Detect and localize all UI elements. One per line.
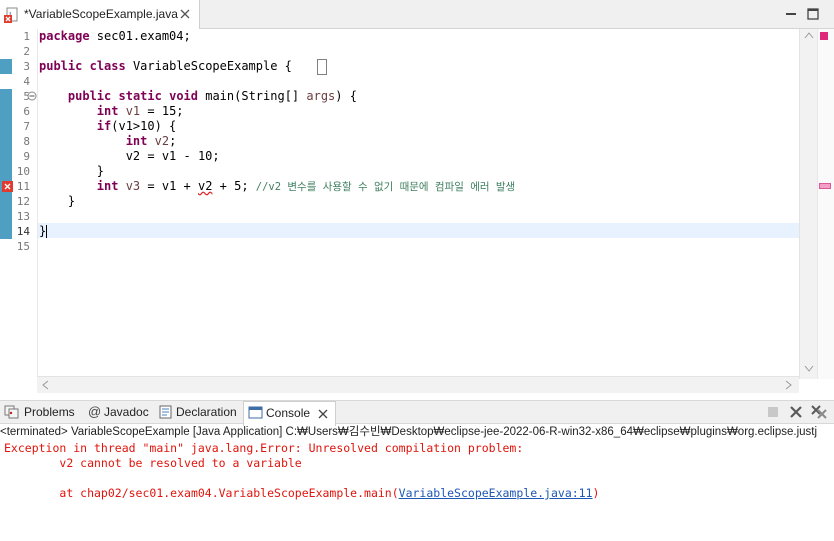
code-line-3: public class VariableScopeExample { [39,59,292,73]
line-number: 8 [23,135,30,148]
overview-ruler[interactable] [817,29,834,379]
line-number: 11 [16,180,30,193]
close-icon[interactable] [180,9,190,19]
line-number: 12 [16,195,30,208]
scroll-down-icon[interactable] [804,365,814,373]
bottom-panel-tab-bar: Problems @ Javadoc Declaration Console [0,400,834,426]
editor-tab-variablescopeexample[interactable]: J *VariableScopeExample.java [0,0,200,30]
remove-all-terminated-icon[interactable] [810,404,828,420]
code-line-11: int v3 = v1 + v2 + 5; //v2 변수를 사용할 수 없기 … [96,179,516,193]
line-number: 10 [16,165,30,178]
code-line-10: } [96,164,105,178]
line-number: 2 [23,45,30,58]
scroll-right-icon[interactable] [785,380,793,390]
close-icon[interactable] [318,409,328,419]
error-token: v2 [197,179,213,193]
collapse-icon[interactable] [27,91,37,101]
line-number: 14 [16,225,30,238]
scroll-up-icon[interactable] [804,31,814,39]
code-line-12: } [67,194,76,208]
line-number-gutter: 1 2 3 4 5 6 7 8 9 10 11 12 13 14 15 [0,29,38,393]
change-marker [0,59,12,74]
line-number: 6 [23,105,30,118]
remove-launch-icon[interactable] [789,405,803,419]
horizontal-scrollbar[interactable] [37,376,799,393]
line-number: 7 [23,120,30,133]
maximize-icon[interactable] [806,7,820,21]
error-marker-icon[interactable] [2,181,13,192]
scroll-left-icon[interactable] [41,380,49,390]
code-line-8: int v2; [125,134,177,148]
code-line-9: v2 = v1 - 10; [125,149,220,163]
code-line-1: package sec01.exam04; [39,29,191,43]
code-line-7: if(v1>10) { [96,119,177,133]
text-cursor [46,225,48,238]
code-editor[interactable]: 1 2 3 4 5 6 7 8 9 10 11 12 13 14 15 pack… [0,29,834,393]
line-number: 3 [23,60,30,73]
editor-tab-bar: J *VariableScopeExample.java [0,0,834,30]
tab-problems[interactable]: Problems [0,401,80,425]
line-number: 15 [16,240,30,253]
error-summary-indicator[interactable] [820,32,828,40]
stacktrace-link[interactable]: VariableScopeExample.java:11 [399,486,593,500]
code-line-6: int v1 = 15; [96,104,184,118]
code-area[interactable]: package sec01.exam04; public class Varia… [39,29,800,379]
console-status-line: <terminated> VariableScopeExample [Java … [0,426,818,438]
console-error-line: Exception in thread "main" java.lang.Err… [4,441,531,455]
console-error-line: v2 cannot be resolved to a variable [4,456,302,470]
console-stacktrace-line: at chap02/sec01.exam04.VariableScopeExam… [4,486,600,500]
code-line-5: public static void main(String[] args) { [67,89,357,103]
error-annotation-marker[interactable] [819,183,831,189]
tab-declaration[interactable]: Declaration [154,401,242,425]
code-line-14: } [39,224,48,238]
change-marker [0,89,12,239]
line-number: 13 [16,210,30,223]
declaration-icon [159,405,172,419]
vertical-scrollbar[interactable] [799,29,818,379]
minimize-icon[interactable] [784,7,798,21]
tab-javadoc[interactable]: @ Javadoc [84,401,154,425]
problems-icon [4,405,19,419]
javadoc-icon: @ [88,404,102,419]
java-file-error-icon: J [4,7,18,23]
line-number: 9 [23,150,30,163]
terminate-icon[interactable] [767,406,779,418]
tab-console[interactable]: Console [243,401,336,426]
line-number: 4 [23,75,30,88]
console-icon [248,406,263,419]
line-number: 1 [23,30,30,43]
console-output[interactable]: Exception in thread "main" java.lang.Err… [0,441,834,541]
editor-tab-title: *VariableScopeExample.java [24,7,178,21]
bracket-match-highlight [317,59,327,75]
